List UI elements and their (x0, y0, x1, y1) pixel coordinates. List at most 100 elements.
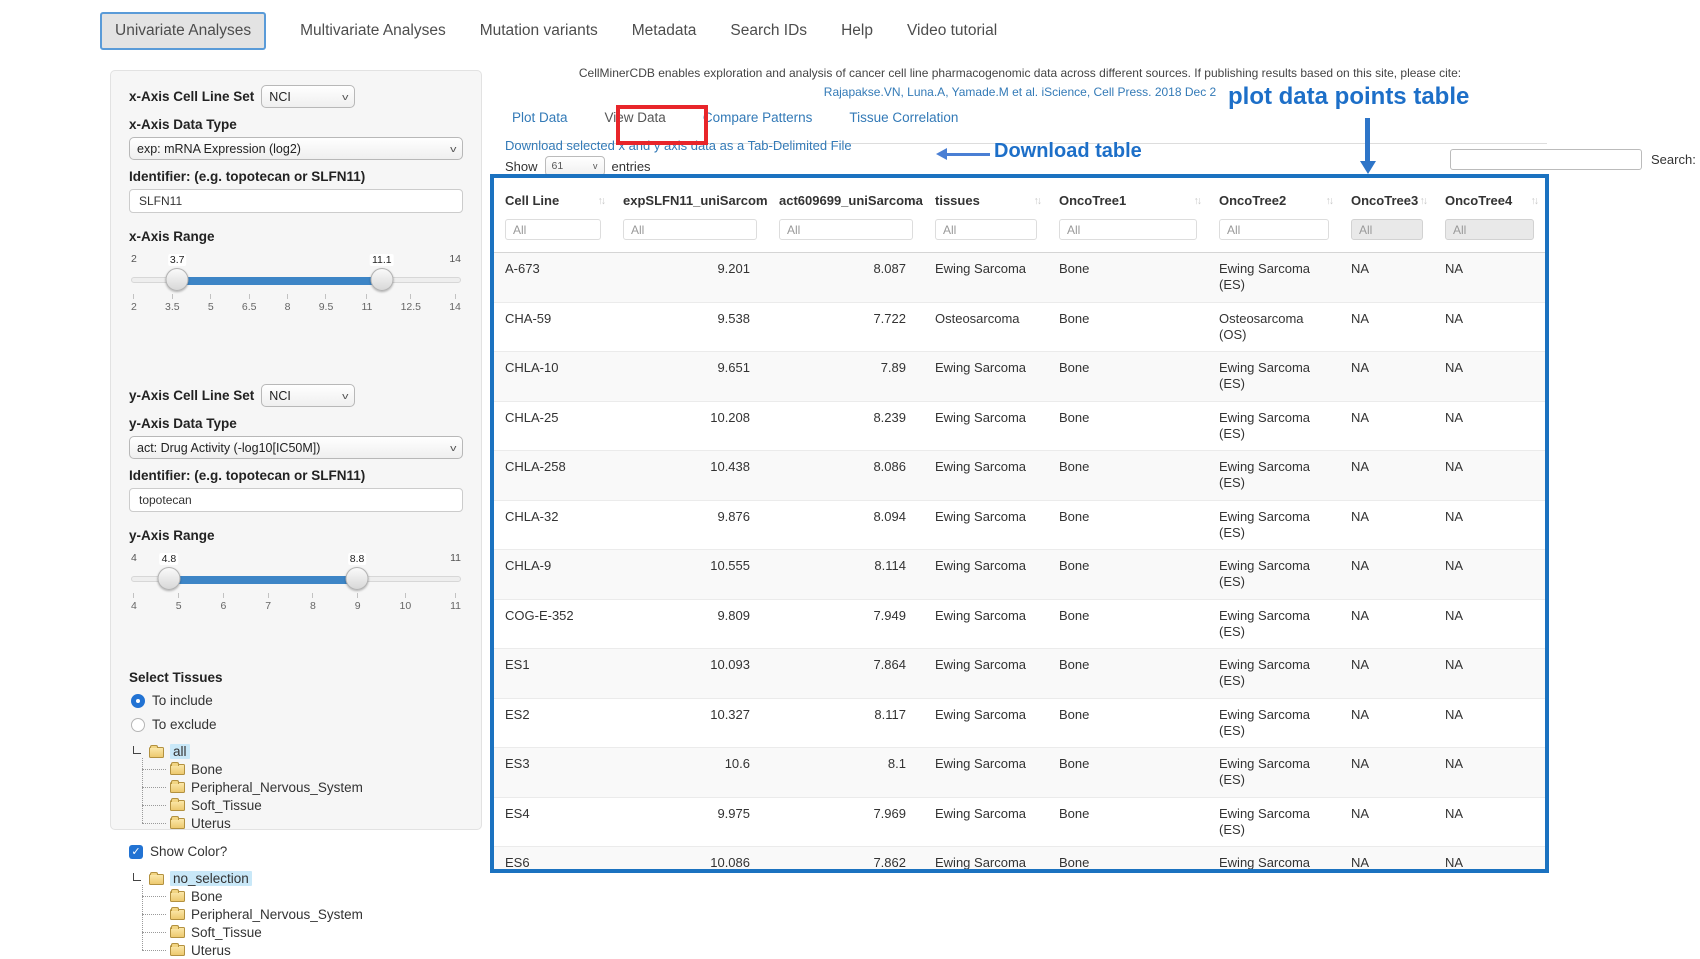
filter-oncotree4[interactable] (1445, 219, 1534, 240)
search-input[interactable] (1450, 149, 1642, 170)
slider-selected-range[interactable] (169, 576, 357, 584)
y-range-high-handle[interactable]: 8.8 (346, 567, 369, 590)
table-cell: Ewing Sarcoma (ES) (1208, 550, 1340, 600)
table-cell: NA (1340, 352, 1434, 402)
nav-tab-search-ids[interactable]: Search IDs (730, 13, 807, 49)
sort-icon[interactable]: ↑↓ (1034, 195, 1041, 207)
tree-node-soft-tissue[interactable]: Soft_Tissue (157, 796, 463, 814)
show-color-checkbox[interactable]: ✓ (129, 845, 143, 859)
tree-root-label: all (170, 744, 190, 759)
tab-tissue-correlation[interactable]: Tissue Correlation (849, 110, 958, 125)
nav-tab-multivariate-analyses[interactable]: Multivariate Analyses (300, 13, 446, 49)
y-identifier-input[interactable] (129, 488, 463, 512)
tree-node-label: Bone (191, 762, 223, 777)
tab-plot-data[interactable]: Plot Data (512, 110, 568, 125)
sort-icon[interactable]: ↑↓ (1326, 195, 1333, 207)
table-row[interactable]: ES110.0937.864Ewing SarcomaBoneEwing Sar… (494, 649, 1545, 699)
col-header-oncotree2[interactable]: ↑↓OncoTree2 (1208, 178, 1340, 217)
slider-tick-label: 5 (176, 593, 182, 612)
filter-oncotree3[interactable] (1351, 219, 1423, 240)
tree-node-all[interactable]: all (133, 744, 463, 759)
table-row[interactable]: COG-E-3529.8097.949Ewing SarcomaBoneEwin… (494, 599, 1545, 649)
tree-node-bone[interactable]: Bone (157, 887, 463, 905)
x-axis-data-type-value: exp: mRNA Expression (log2) (137, 142, 301, 156)
slider-selected-range[interactable] (177, 277, 382, 285)
filter-cell-line[interactable] (505, 219, 601, 240)
table-row[interactable]: CHLA-2510.2088.239Ewing SarcomaBoneEwing… (494, 401, 1545, 451)
filter-tissues[interactable] (935, 219, 1037, 240)
sort-icon[interactable]: ↑↓ (1194, 195, 1201, 207)
table-cell: 7.969 (768, 797, 924, 847)
nav-tab-univariate-analyses[interactable]: Univariate Analyses (100, 12, 266, 50)
nav-tab-help[interactable]: Help (841, 13, 873, 49)
table-row[interactable]: A-6739.2018.087Ewing SarcomaBoneEwing Sa… (494, 253, 1545, 303)
y-range-max: 11 (450, 552, 461, 564)
filter-expslfn11[interactable] (623, 219, 757, 240)
table-cell: ES2 (494, 698, 612, 748)
tree-node-uterus[interactable]: Uterus (157, 941, 463, 959)
col-header-oncotree3[interactable]: ↑↓OncoTree3 (1340, 178, 1434, 217)
tab-compare-patterns[interactable]: Compare Patterns (703, 110, 813, 125)
table-row[interactable]: ES610.0867.862Ewing SarcomaBoneEwing Sar… (494, 847, 1545, 874)
table-cell: 10.6 (612, 748, 768, 798)
y-range-min: 4 (131, 552, 137, 564)
col-header-oncotree1[interactable]: ↑↓OncoTree1 (1048, 178, 1208, 217)
filter-act609699[interactable] (779, 219, 913, 240)
col-header-expslfn11[interactable]: ↑↓expSLFN11_uniSarcoma (612, 178, 768, 217)
filter-oncotree2[interactable] (1219, 219, 1329, 240)
col-header-oncotree4[interactable]: ↑↓OncoTree4 (1434, 178, 1545, 217)
table-row[interactable]: CHLA-109.6517.89Ewing SarcomaBoneEwing S… (494, 352, 1545, 402)
table-row[interactable]: ES49.9757.969Ewing SarcomaBoneEwing Sarc… (494, 797, 1545, 847)
nav-tab-mutation-variants[interactable]: Mutation variants (480, 13, 598, 49)
x-range-low-handle[interactable]: 3.7 (166, 268, 189, 291)
y-axis-data-type-select[interactable]: act: Drug Activity (-log10[IC50M]) v (129, 436, 463, 459)
tree-node-no-selection[interactable]: no_selection (133, 871, 463, 886)
entries-count-select[interactable]: 61 v (545, 156, 605, 176)
col-header-act609699[interactable]: ↑↓act609699_uniSarcoma (768, 178, 924, 217)
slider-tick-label: 7 (265, 593, 271, 612)
x-range-high-handle[interactable]: 11.1 (370, 268, 393, 291)
tissue-tree-color: no_selection Bone Peripheral_Nervous_Sys… (133, 871, 463, 959)
table-row[interactable]: ES210.3278.117Ewing SarcomaBoneEwing Sar… (494, 698, 1545, 748)
table-cell: Bone (1048, 649, 1208, 699)
table-row[interactable]: CHLA-25810.4388.086Ewing SarcomaBoneEwin… (494, 451, 1545, 501)
tree-node-peripheral-nervous-system[interactable]: Peripheral_Nervous_System (157, 778, 463, 796)
nav-tab-metadata[interactable]: Metadata (632, 13, 697, 49)
y-range-low-handle[interactable]: 4.8 (157, 567, 180, 590)
to-include-radio[interactable] (131, 694, 145, 708)
x-identifier-input[interactable] (129, 189, 463, 213)
table-cell: Bone (1048, 550, 1208, 600)
table-cell: NA (1434, 649, 1545, 699)
table-cell: Osteosarcoma (924, 302, 1048, 352)
x-axis-cell-line-set-select[interactable]: NCI v (261, 85, 355, 108)
tree-node-peripheral-nervous-system[interactable]: Peripheral_Nervous_System (157, 905, 463, 923)
x-axis-data-type-select[interactable]: exp: mRNA Expression (log2) v (129, 137, 463, 160)
table-row[interactable]: ES310.68.1Ewing SarcomaBoneEwing Sarcoma… (494, 748, 1545, 798)
tree-node-uterus[interactable]: Uterus (157, 814, 463, 832)
table-cell: 8.094 (768, 500, 924, 550)
tree-node-soft-tissue[interactable]: Soft_Tissue (157, 923, 463, 941)
table-row[interactable]: CHA-599.5387.722OsteosarcomaBoneOsteosar… (494, 302, 1545, 352)
entries-count-value: 61 (552, 160, 564, 172)
y-axis-cell-line-set-select[interactable]: NCI v (261, 384, 355, 407)
filter-oncotree1[interactable] (1059, 219, 1197, 240)
table-cell: COG-E-352 (494, 599, 612, 649)
sort-icon[interactable]: ↑↓ (598, 195, 605, 207)
sort-icon[interactable]: ↑↓ (1420, 195, 1427, 207)
table-row[interactable]: CHLA-329.8768.094Ewing SarcomaBoneEwing … (494, 500, 1545, 550)
nav-tab-video-tutorial[interactable]: Video tutorial (907, 13, 997, 49)
table-cell: NA (1434, 847, 1545, 874)
tree-node-bone[interactable]: Bone (157, 760, 463, 778)
col-header-cell-line[interactable]: ↑↓Cell Line (494, 178, 612, 217)
table-cell: Bone (1048, 797, 1208, 847)
sort-icon[interactable]: ↑↓ (1531, 195, 1538, 207)
chevron-down-icon: v (342, 391, 348, 401)
table-cell: ES1 (494, 649, 612, 699)
table-row[interactable]: CHLA-910.5558.114Ewing SarcomaBoneEwing … (494, 550, 1545, 600)
to-exclude-radio[interactable] (131, 718, 145, 732)
col-header-tissues[interactable]: ↑↓tissues (924, 178, 1048, 217)
folder-icon (170, 927, 185, 938)
y-axis-range-slider: 4 11 4.8 8.8 4567891011 (131, 567, 461, 625)
chevron-down-icon: v (450, 144, 456, 154)
table-cell: NA (1434, 698, 1545, 748)
